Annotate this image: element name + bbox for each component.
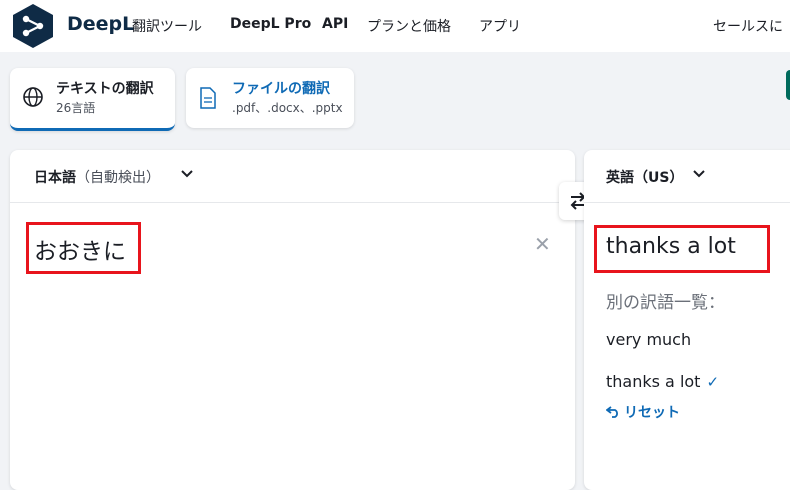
nav-translator[interactable]: 翻訳ツール <box>132 16 202 36</box>
reset-button[interactable]: リセット <box>605 402 680 422</box>
tab-title: ファイルの翻訳 <box>232 81 330 97</box>
undo-arrow-icon <box>605 406 618 418</box>
nav-api[interactable]: API <box>322 16 348 32</box>
tab-text-translation[interactable]: テキストの翻訳 26言語 <box>10 68 175 131</box>
chevron-down-icon[interactable] <box>180 169 194 179</box>
nav-sales[interactable]: セールスに <box>713 16 783 36</box>
nav-deepl-pro[interactable]: DeepL Pro <box>230 16 311 32</box>
brand-name[interactable]: DeepL <box>67 13 134 35</box>
tab-file-translation[interactable]: ファイルの翻訳 .pdf、.docx、.pptx <box>186 68 354 128</box>
nav-apps[interactable]: アプリ <box>479 16 521 36</box>
close-icon[interactable]: ✕ <box>534 232 551 256</box>
source-text-input[interactable]: おおきに <box>34 232 126 266</box>
tab-title: テキストの翻訳 <box>56 81 154 97</box>
checkmark-icon: ✓ <box>706 373 720 391</box>
chevron-down-icon[interactable] <box>692 169 706 179</box>
right-edge-button[interactable] <box>786 70 790 100</box>
source-language-selector[interactable]: 日本語（自動検出） <box>34 167 160 187</box>
target-language-header: 英語（US） <box>584 150 790 203</box>
source-language: 日本語 <box>34 170 76 186</box>
globe-icon <box>23 87 43 107</box>
alternative-text: thanks a lot <box>606 372 701 391</box>
top-navigation-bar: DeepL 翻訳ツール DeepL Pro API プランと価格 アプリ セール… <box>0 0 790 52</box>
alternatives-heading: 別の訳語一覧： <box>606 293 725 313</box>
document-icon <box>200 87 216 109</box>
auto-detect-note: （自動検出） <box>76 170 160 186</box>
reset-label: リセット <box>624 405 680 421</box>
target-language-selector[interactable]: 英語（US） <box>606 167 683 187</box>
nav-pricing[interactable]: プランと価格 <box>367 16 451 36</box>
translation-output[interactable]: thanks a lot <box>606 234 736 259</box>
tab-subtitle: 26言語 <box>56 101 96 115</box>
source-language-header: 日本語（自動検出） <box>10 150 575 203</box>
source-panel: 日本語（自動検出） おおきに ✕ <box>10 150 575 490</box>
translation-mode-tabs: テキストの翻訳 26言語 ファイルの翻訳 .pdf、.docx、.pptx <box>0 52 790 150</box>
tab-subtitle: .pdf、.docx、.pptx <box>232 101 343 115</box>
alternative-option-selected[interactable]: thanks a lot ✓ <box>606 372 719 391</box>
deepl-logo-icon[interactable] <box>8 2 58 50</box>
alternative-option[interactable]: very much <box>606 330 691 349</box>
target-panel: 英語（US） thanks a lot 別の訳語一覧： very much th… <box>584 150 790 490</box>
